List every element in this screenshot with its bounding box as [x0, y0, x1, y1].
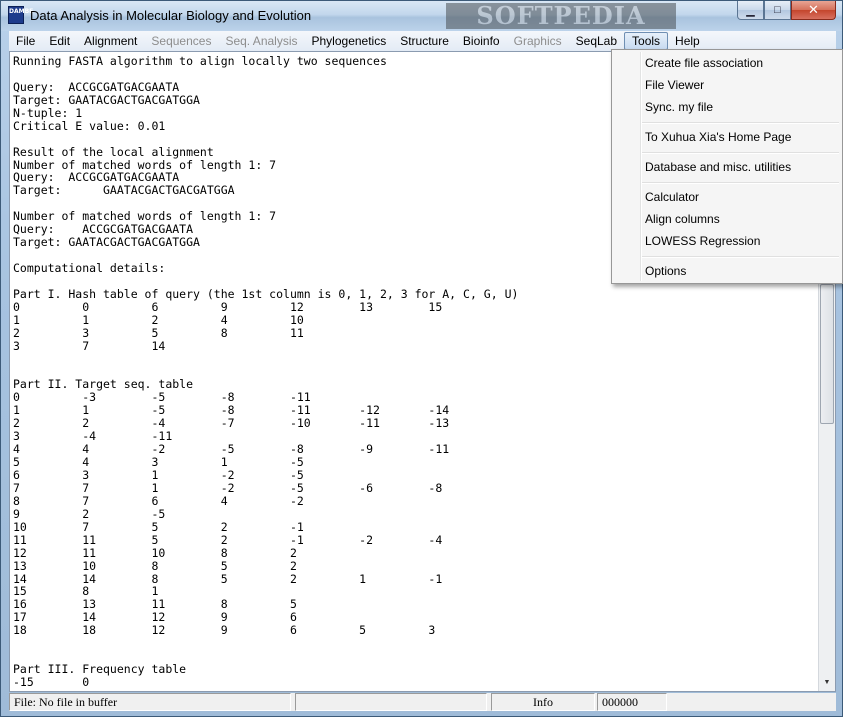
maximize-button[interactable]: □ [764, 1, 791, 20]
menu-item-options[interactable]: Options [645, 261, 686, 281]
status-bar: File: No file in buffer Info 000000 [9, 693, 836, 711]
watermark-logo: SOFTPEDIA [446, 3, 676, 29]
output-line: 13 10 8 5 2 [13, 558, 297, 573]
status-info: Info [491, 693, 595, 711]
output-line: 10 7 5 2 -1 [13, 519, 304, 534]
menu-seqlab[interactable]: SeqLab [569, 32, 624, 50]
tools-dropdown-menu: Create file association File Viewer Sync… [611, 49, 843, 284]
menu-phylogenetics[interactable]: Phylogenetics [305, 32, 394, 50]
menu-structure[interactable]: Structure [393, 32, 456, 50]
output-line: Part III. Frequency table [13, 662, 187, 677]
menu-item-create-file-association[interactable]: Create file association [645, 53, 763, 73]
menu-item-database-utilities[interactable]: Database and misc. utilities [645, 157, 791, 177]
menu-separator [642, 256, 839, 258]
menu-bar: File Edit Alignment Sequences Seq. Analy… [9, 31, 836, 51]
title-bar[interactable]: DAMBE Data Analysis in Molecular Biology… [1, 1, 842, 31]
menu-edit[interactable]: Edit [42, 32, 77, 50]
menu-seq-analysis[interactable]: Seq. Analysis [218, 32, 304, 50]
output-line: 3 7 14 [13, 338, 166, 353]
menu-help[interactable]: Help [668, 32, 707, 50]
menu-sequences[interactable]: Sequences [144, 32, 218, 50]
menu-separator [642, 182, 839, 184]
window-controls: ▁ □ ✕ [737, 1, 836, 21]
menu-alignment[interactable]: Alignment [77, 32, 144, 50]
output-line: 6 3 1 -2 -5 [13, 468, 304, 482]
output-line: 2 3 5 8 11 [13, 325, 304, 340]
scroll-down-arrow-icon[interactable]: ▼ [819, 674, 835, 691]
menu-item-calculator[interactable]: Calculator [645, 187, 699, 207]
menu-bioinfo[interactable]: Bioinfo [456, 32, 507, 50]
output-line: 1 1 2 4 10 [13, 312, 304, 327]
status-counter: 000000 [597, 693, 667, 711]
status-spacer [669, 693, 836, 711]
menu-item-home-page[interactable]: To Xuhua Xia's Home Page [645, 127, 791, 147]
output-line: 0 0 6 9 12 13 15 [13, 299, 443, 314]
close-button[interactable]: ✕ [791, 1, 836, 20]
status-field [295, 693, 487, 711]
minimize-button[interactable]: ▁ [737, 1, 764, 20]
menu-separator [642, 122, 839, 124]
output-line: 18 18 12 9 6 5 3 [13, 623, 436, 638]
output-line: -15 0 [13, 675, 90, 689]
menu-separator [642, 152, 839, 154]
status-file: File: No file in buffer [9, 693, 291, 711]
app-icon[interactable]: DAMBE [8, 6, 33, 24]
window-title: Data Analysis in Molecular Biology and E… [30, 8, 312, 23]
output-line: 12 11 10 8 2 [13, 545, 297, 560]
output-line: 11 11 5 2 -1 -2 -4 [13, 532, 443, 547]
output-line: 9 2 -5 [13, 506, 166, 521]
menu-tools[interactable]: Tools [624, 32, 669, 50]
output-line: 7 7 1 -2 -5 -6 -8 [13, 480, 443, 495]
menu-item-sync-my-file[interactable]: Sync. my file [645, 97, 713, 117]
scroll-thumb[interactable] [820, 284, 834, 424]
menu-graphics[interactable]: Graphics [507, 32, 569, 50]
output-line: Part I. Hash table of query (the 1st col… [13, 286, 519, 301]
menu-file[interactable]: File [9, 32, 42, 50]
output-line: 8 7 6 4 -2 [13, 493, 304, 508]
menu-item-file-viewer[interactable]: File Viewer [645, 75, 704, 95]
menu-item-align-columns[interactable]: Align columns [645, 209, 720, 229]
menu-item-lowess-regression[interactable]: LOWESS Regression [645, 231, 760, 251]
